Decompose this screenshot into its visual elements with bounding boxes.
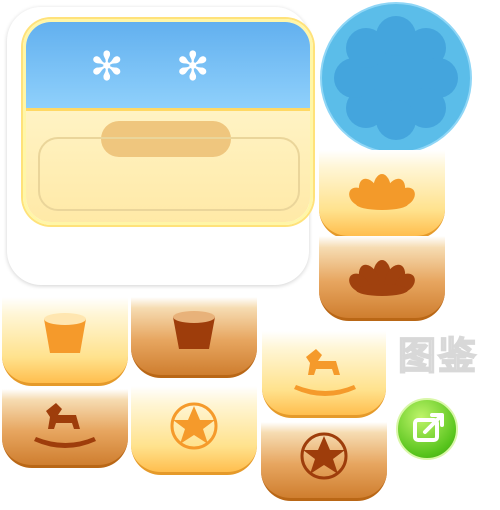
lotus-icon xyxy=(349,174,415,210)
star-icon xyxy=(300,432,348,480)
bucket-icon xyxy=(44,313,86,353)
tab-rocking-horse-active[interactable] xyxy=(262,331,386,418)
tab-lotus[interactable] xyxy=(319,236,445,321)
encyclopedia-label: 图鉴 xyxy=(397,333,479,379)
tab-bucket-active[interactable] xyxy=(2,297,128,386)
collection-panel: ✻ ✻ xyxy=(7,7,313,285)
share-button[interactable] xyxy=(396,398,458,460)
rocking-horse-icon xyxy=(294,349,356,396)
tab-rocking-horse[interactable] xyxy=(2,389,128,468)
share-icon xyxy=(413,413,444,442)
rocking-horse-icon xyxy=(34,403,96,448)
star-icon xyxy=(170,402,218,450)
panel-frame: ✻ ✻ xyxy=(23,19,313,225)
tab-lotus-active[interactable] xyxy=(319,150,445,239)
tab-bucket[interactable] xyxy=(131,297,257,378)
tab-star[interactable] xyxy=(261,422,387,501)
bucket-icon xyxy=(173,311,215,349)
tab-star-active[interactable] xyxy=(131,386,257,475)
panel-header: ✻ ✻ xyxy=(26,22,310,108)
sparkle-icon: ✻ xyxy=(176,44,210,90)
panel-content-box xyxy=(38,137,300,211)
panel-body xyxy=(26,108,310,222)
lotus-icon xyxy=(349,260,415,296)
sparkle-icon: ✻ xyxy=(90,44,124,90)
flower-badge-icon[interactable] xyxy=(320,2,472,154)
